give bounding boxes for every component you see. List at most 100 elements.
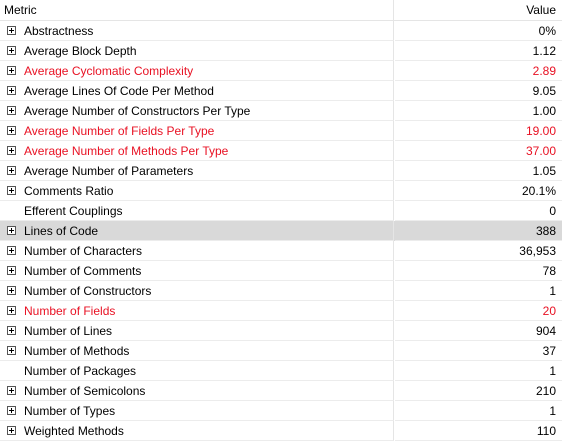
metric-cell: Average Number of Fields Per Type: [0, 121, 394, 141]
expand-plus-icon[interactable]: [7, 186, 16, 195]
table-row[interactable]: Comments Ratio 20.1%: [0, 181, 562, 201]
table-row[interactable]: Average Number of Methods Per Type 37.00: [0, 141, 562, 161]
metric-value: 78: [395, 261, 562, 281]
table-row[interactable]: Average Number of Constructors Per Type 1…: [0, 101, 562, 121]
metric-cell: Average Block Depth: [0, 41, 394, 61]
expand-plus-icon[interactable]: [7, 306, 16, 315]
metric-name: Average Cyclomatic Complexity: [24, 64, 194, 78]
metric-value: 904: [395, 321, 562, 341]
metric-cell: Number of Comments: [0, 261, 394, 281]
table-row[interactable]: Number of Lines 904: [0, 321, 562, 341]
metric-cell: Average Number of Parameters: [0, 161, 394, 181]
expand-plus-icon[interactable]: [7, 146, 16, 155]
metric-name: Abstractness: [24, 24, 94, 38]
metric-cell: Number of Types: [0, 401, 394, 421]
table-row[interactable]: Number of Fields 20: [0, 301, 562, 321]
metric-value: 37.00: [395, 141, 562, 161]
metric-cell: Lines of Code: [0, 221, 394, 241]
expand-plus-icon[interactable]: [7, 426, 16, 435]
metric-name: Average Number of Methods Per Type: [24, 144, 229, 158]
metric-value: 388: [395, 221, 562, 241]
metric-value: 20.1%: [395, 181, 562, 201]
metric-value: 20: [395, 301, 562, 321]
expand-plus-icon[interactable]: [7, 46, 16, 55]
metric-name: Average Number of Fields Per Type: [24, 124, 215, 138]
metric-name: Weighted Methods: [24, 424, 124, 438]
table-row[interactable]: Average Lines Of Code Per Method 9.05: [0, 81, 562, 101]
metric-cell: Number of Characters: [0, 241, 394, 261]
metric-cell: Efferent Couplings: [0, 201, 394, 221]
expand-plus-icon[interactable]: [7, 166, 16, 175]
table-row[interactable]: Weighted Methods 110: [0, 421, 562, 441]
metric-name: Number of Fields: [24, 304, 116, 318]
metric-cell: Weighted Methods: [0, 421, 394, 441]
expand-plus-icon[interactable]: [7, 86, 16, 95]
metric-name: Number of Comments: [24, 264, 142, 278]
expand-plus-icon[interactable]: [7, 106, 16, 115]
expand-plus-icon[interactable]: [7, 66, 16, 75]
metric-cell: Average Cyclomatic Complexity: [0, 61, 394, 81]
table-row[interactable]: Number of Characters 36,953: [0, 241, 562, 261]
metric-value: 19.00: [395, 121, 562, 141]
metric-value: 110: [395, 421, 562, 441]
metric-cell: Average Lines Of Code Per Method: [0, 81, 394, 101]
table-row[interactable]: Average Number of Fields Per Type 19.00: [0, 121, 562, 141]
metric-value: 0%: [395, 21, 562, 41]
expand-plus-icon[interactable]: [7, 406, 16, 415]
expand-plus-icon[interactable]: [7, 246, 16, 255]
metric-cell: Number of Fields: [0, 301, 394, 321]
table-row[interactable]: Number of Types 1: [0, 401, 562, 421]
metric-value: 210: [395, 381, 562, 401]
expand-plus-icon[interactable]: [7, 26, 16, 35]
metric-cell: Number of Packages: [0, 361, 394, 381]
metric-name: Number of Packages: [24, 364, 137, 378]
metric-cell: Abstractness: [0, 21, 394, 41]
metric-value: 1.12: [395, 41, 562, 61]
metric-cell: Number of Semicolons: [0, 381, 394, 401]
expand-plus-icon[interactable]: [7, 266, 16, 275]
metric-cell: Average Number of Methods Per Type: [0, 141, 394, 161]
expand-plus-icon[interactable]: [7, 286, 16, 295]
metric-name: Number of Semicolons: [24, 384, 146, 398]
metric-value: 1.00: [395, 101, 562, 121]
table-row[interactable]: Number of Methods 37: [0, 341, 562, 361]
metric-value: 36,953: [395, 241, 562, 261]
table-row[interactable]: Number of Constructors 1: [0, 281, 562, 301]
expand-plus-icon[interactable]: [7, 226, 16, 235]
metric-value: 1: [395, 281, 562, 301]
expand-plus-icon[interactable]: [7, 346, 16, 355]
expand-plus-icon[interactable]: [7, 326, 16, 335]
metric-value: 0: [395, 201, 562, 221]
metric-name: Number of Lines: [24, 324, 113, 338]
metric-name: Comments Ratio: [24, 184, 114, 198]
table-header: Metric Value: [0, 0, 562, 21]
table-row[interactable]: Number of Packages 1: [0, 361, 562, 381]
metric-name: Average Number of Parameters: [24, 164, 194, 178]
table-row[interactable]: Average Cyclomatic Complexity 2.89: [0, 61, 562, 81]
metric-value: 2.89: [395, 61, 562, 81]
metric-name: Average Number of Constructors Per Type: [24, 104, 251, 118]
metric-name: Average Block Depth: [24, 44, 137, 58]
table-row[interactable]: Average Number of Parameters 1.05: [0, 161, 562, 181]
metrics-rows: Abstractness 0% Average Block Depth 1.12 Ave…: [0, 21, 562, 441]
table-row[interactable]: Abstractness 0%: [0, 21, 562, 41]
expand-plus-icon[interactable]: [7, 126, 16, 135]
table-row[interactable]: Average Block Depth 1.12: [0, 41, 562, 61]
metric-value: 1: [395, 361, 562, 381]
metric-cell: Number of Constructors: [0, 281, 394, 301]
column-header-value[interactable]: Value: [395, 0, 562, 20]
metric-value: 1: [395, 401, 562, 421]
metric-value: 9.05: [395, 81, 562, 101]
metric-name: Number of Types: [24, 404, 116, 418]
metric-name: Efferent Couplings: [24, 204, 123, 218]
table-row[interactable]: Number of Comments 78: [0, 261, 562, 281]
table-row[interactable]: Lines of Code 388: [0, 221, 562, 241]
metric-name: Number of Characters: [24, 244, 143, 258]
table-row[interactable]: Efferent Couplings 0: [0, 201, 562, 221]
column-header-metric[interactable]: Metric: [0, 0, 394, 20]
expand-plus-icon[interactable]: [7, 386, 16, 395]
metric-cell: Number of Methods: [0, 341, 394, 361]
table-row[interactable]: Number of Semicolons 210: [0, 381, 562, 401]
metric-value: 37: [395, 341, 562, 361]
metrics-table: Metric Value Abstractness 0% Average Block…: [0, 0, 562, 442]
